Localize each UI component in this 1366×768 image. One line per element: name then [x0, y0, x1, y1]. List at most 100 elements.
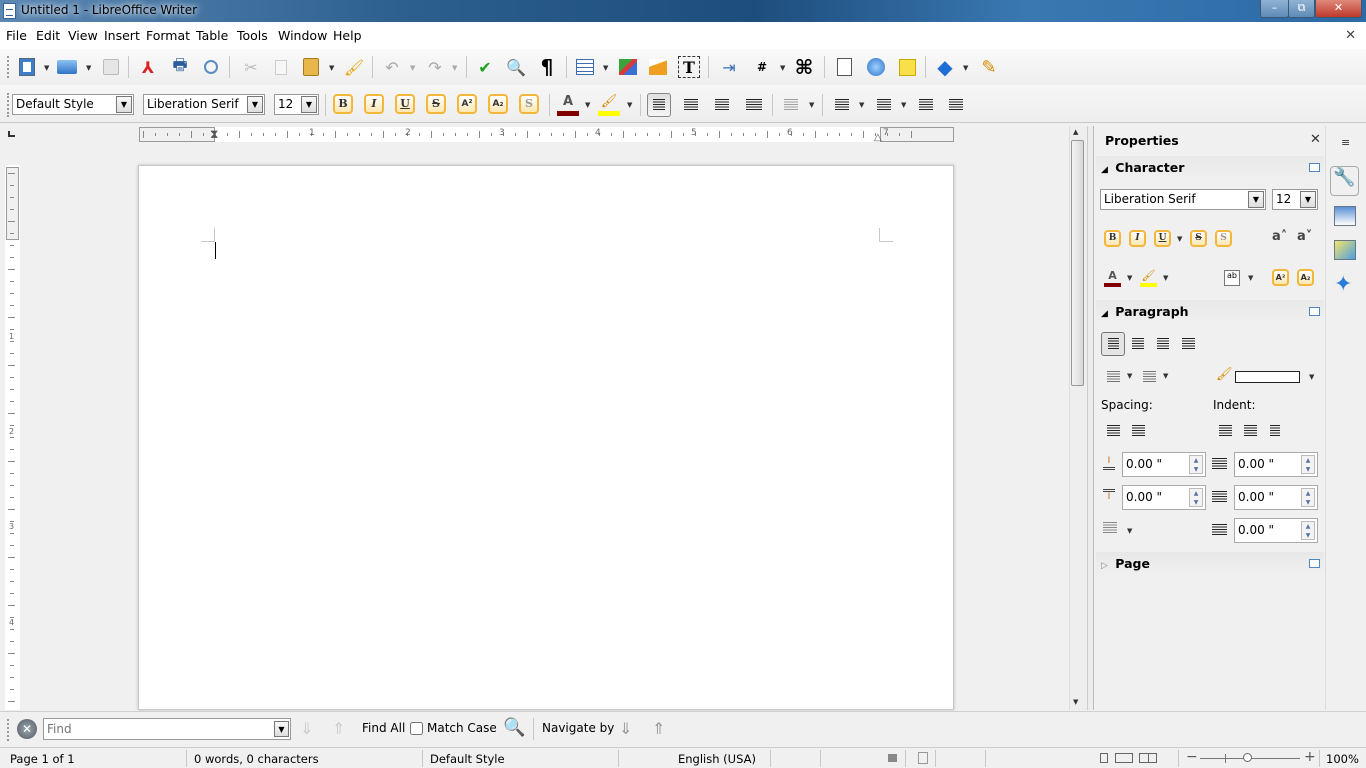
insert-text-box-icon[interactable]: T	[678, 56, 700, 78]
font-color-dropdown-icon[interactable]: ▼	[585, 101, 590, 109]
paragraph-style-combo[interactable]: Default Style ▼	[12, 94, 134, 115]
hanging-indent-button[interactable]	[1263, 419, 1287, 443]
sidebar-bold-button[interactable]: B	[1104, 230, 1121, 247]
menu-insert[interactable]: Insert	[104, 28, 140, 43]
italic-button[interactable]: I	[364, 94, 384, 114]
formatting-marks-icon[interactable]: ¶	[536, 55, 558, 79]
toolbar-grip[interactable]	[7, 56, 9, 78]
menu-table[interactable]: Table	[196, 28, 228, 43]
word-count-status[interactable]: 0 words, 0 characters	[194, 752, 319, 766]
superscript-button[interactable]: A²	[457, 94, 477, 114]
underline-dropdown-icon[interactable]: ▼	[1177, 235, 1182, 243]
close-find-bar-icon[interactable]: ✕	[17, 719, 37, 739]
highlight-dropdown-icon[interactable]: ▼	[627, 101, 632, 109]
insert-hyperlink-icon[interactable]	[865, 56, 887, 78]
clone-formatting-icon[interactable]: 🖌	[343, 56, 365, 78]
menu-tools[interactable]: Tools	[237, 28, 268, 43]
scroll-down-arrow-icon[interactable]: ▼	[1073, 698, 1078, 706]
export-pdf-icon[interactable]: ⅄	[137, 56, 159, 78]
find-input-field[interactable]	[44, 719, 269, 739]
sidebar-bullets-button[interactable]	[1101, 365, 1125, 389]
shadow-button[interactable]: S	[519, 94, 539, 114]
character-section-header[interactable]: ◢ Character	[1096, 156, 1324, 180]
field-dropdown-icon[interactable]: ▼	[780, 64, 785, 72]
paragraph-background-color-swatch[interactable]	[1235, 371, 1300, 383]
justify-button[interactable]	[742, 93, 766, 117]
navigate-previous-icon[interactable]: ⇑	[652, 719, 665, 738]
match-case-checkbox[interactable]	[410, 722, 423, 735]
find-replace-icon[interactable]: 🔍	[503, 717, 525, 738]
menu-file[interactable]: File	[6, 28, 27, 43]
align-left-button[interactable]	[647, 93, 671, 117]
increase-font-size-button[interactable]: a˄	[1272, 229, 1287, 244]
insert-image-icon[interactable]	[617, 56, 639, 78]
insert-comment-icon[interactable]	[896, 56, 918, 78]
spin-buttons[interactable]: ▲ ▼	[1301, 455, 1315, 474]
sidebar-font-name-combo[interactable]: Liberation Serif ▼	[1100, 189, 1266, 210]
sidebar-numbering-dropdown-icon[interactable]: ▼	[1163, 372, 1168, 380]
chevron-down-icon[interactable]: ▼	[116, 96, 132, 113]
page-more-options-button[interactable]	[1309, 559, 1320, 568]
page-section-header[interactable]: ▷ Page	[1096, 552, 1324, 576]
spin-buttons[interactable]: ▲ ▼	[1189, 455, 1203, 474]
bold-button[interactable]: B	[333, 94, 353, 114]
new-dropdown-icon[interactable]: ▼	[44, 64, 49, 72]
spin-buttons[interactable]: ▲ ▼	[1189, 488, 1203, 507]
sidebar-shadow-button[interactable]: S	[1215, 230, 1232, 247]
sidebar-underline-button[interactable]: U	[1154, 230, 1171, 247]
menu-view[interactable]: View	[68, 28, 98, 43]
insert-table-icon[interactable]	[574, 56, 596, 78]
sidebar-decrease-indent-button[interactable]	[1238, 419, 1262, 443]
character-spacing-icon[interactable]: ab	[1224, 270, 1240, 286]
redo-dropdown-icon[interactable]: ▼	[452, 64, 457, 72]
undo-icon[interactable]: ↶	[381, 56, 403, 78]
find-all-button[interactable]: Find All	[362, 721, 405, 735]
character-spacing-dropdown-icon[interactable]: ▼	[1248, 274, 1253, 282]
close-window-button[interactable]: ✕	[1315, 0, 1362, 18]
undo-dropdown-icon[interactable]: ▼	[410, 64, 415, 72]
multi-page-view-icon[interactable]	[1115, 753, 1133, 763]
insert-footnote-icon[interactable]	[833, 56, 855, 78]
subscript-button[interactable]: A₂	[488, 94, 508, 114]
styles-tab-icon[interactable]	[1334, 206, 1356, 226]
special-character-icon[interactable]: ⌘	[793, 55, 815, 79]
vertical-ruler[interactable]: 1 2 3 4	[5, 165, 20, 714]
shapes-dropdown-icon[interactable]: ▼	[963, 64, 968, 72]
paste-dropdown-icon[interactable]: ▼	[329, 64, 334, 72]
chevron-down-icon[interactable]: ▼	[274, 721, 289, 737]
sidebar-subscript-button[interactable]: A₂	[1297, 269, 1314, 286]
cut-icon[interactable]: ✂	[240, 56, 262, 78]
paragraph-background-dropdown-icon[interactable]: ▼	[1309, 373, 1314, 381]
find-next-icon[interactable]: ⇓	[300, 719, 313, 738]
sidebar-increase-indent-button[interactable]	[1213, 419, 1237, 443]
sidebar-justify-button[interactable]	[1176, 332, 1200, 356]
sidebar-align-right-button[interactable]	[1151, 332, 1175, 356]
scrollbar-thumb[interactable]	[1071, 140, 1084, 386]
sidebar-align-center-button[interactable]	[1126, 332, 1150, 356]
strikethrough-button[interactable]: S	[426, 94, 446, 114]
redo-icon[interactable]: ↷	[424, 56, 446, 78]
menu-window[interactable]: Window	[278, 28, 327, 43]
close-document-button[interactable]: ✕	[1345, 28, 1356, 43]
line-spacing-dropdown-icon[interactable]: ▼	[809, 101, 814, 109]
sidebar-font-color-dropdown-icon[interactable]: ▼	[1127, 274, 1132, 282]
find-replace-icon[interactable]: 🔍	[505, 56, 527, 78]
increase-indent-button[interactable]	[914, 93, 938, 117]
insert-chart-icon[interactable]	[647, 56, 669, 78]
sidebar-highlight-icon[interactable]: 🖌	[1140, 269, 1157, 287]
zoom-out-button[interactable]: −	[1186, 749, 1198, 765]
insert-mode-icon[interactable]	[888, 754, 897, 762]
basic-shapes-icon[interactable]: ◆	[934, 55, 956, 79]
menu-edit[interactable]: Edit	[36, 28, 60, 43]
sidebar-strikethrough-button[interactable]: S	[1190, 230, 1207, 247]
spin-buttons[interactable]: ▲ ▼	[1301, 521, 1315, 540]
tab-stop-type-icon[interactable]	[8, 131, 15, 137]
print-icon[interactable]: 🖶	[169, 55, 191, 78]
sidebar-superscript-button[interactable]: A²	[1272, 269, 1289, 286]
menu-help[interactable]: Help	[333, 28, 362, 43]
insert-line-icon[interactable]: ✎	[978, 56, 1000, 78]
underline-button[interactable]: U	[395, 94, 415, 114]
sidebar-align-left-button[interactable]	[1101, 332, 1125, 356]
spin-buttons[interactable]: ▲ ▼	[1301, 488, 1315, 507]
navigate-next-icon[interactable]: ⇓	[619, 719, 632, 738]
